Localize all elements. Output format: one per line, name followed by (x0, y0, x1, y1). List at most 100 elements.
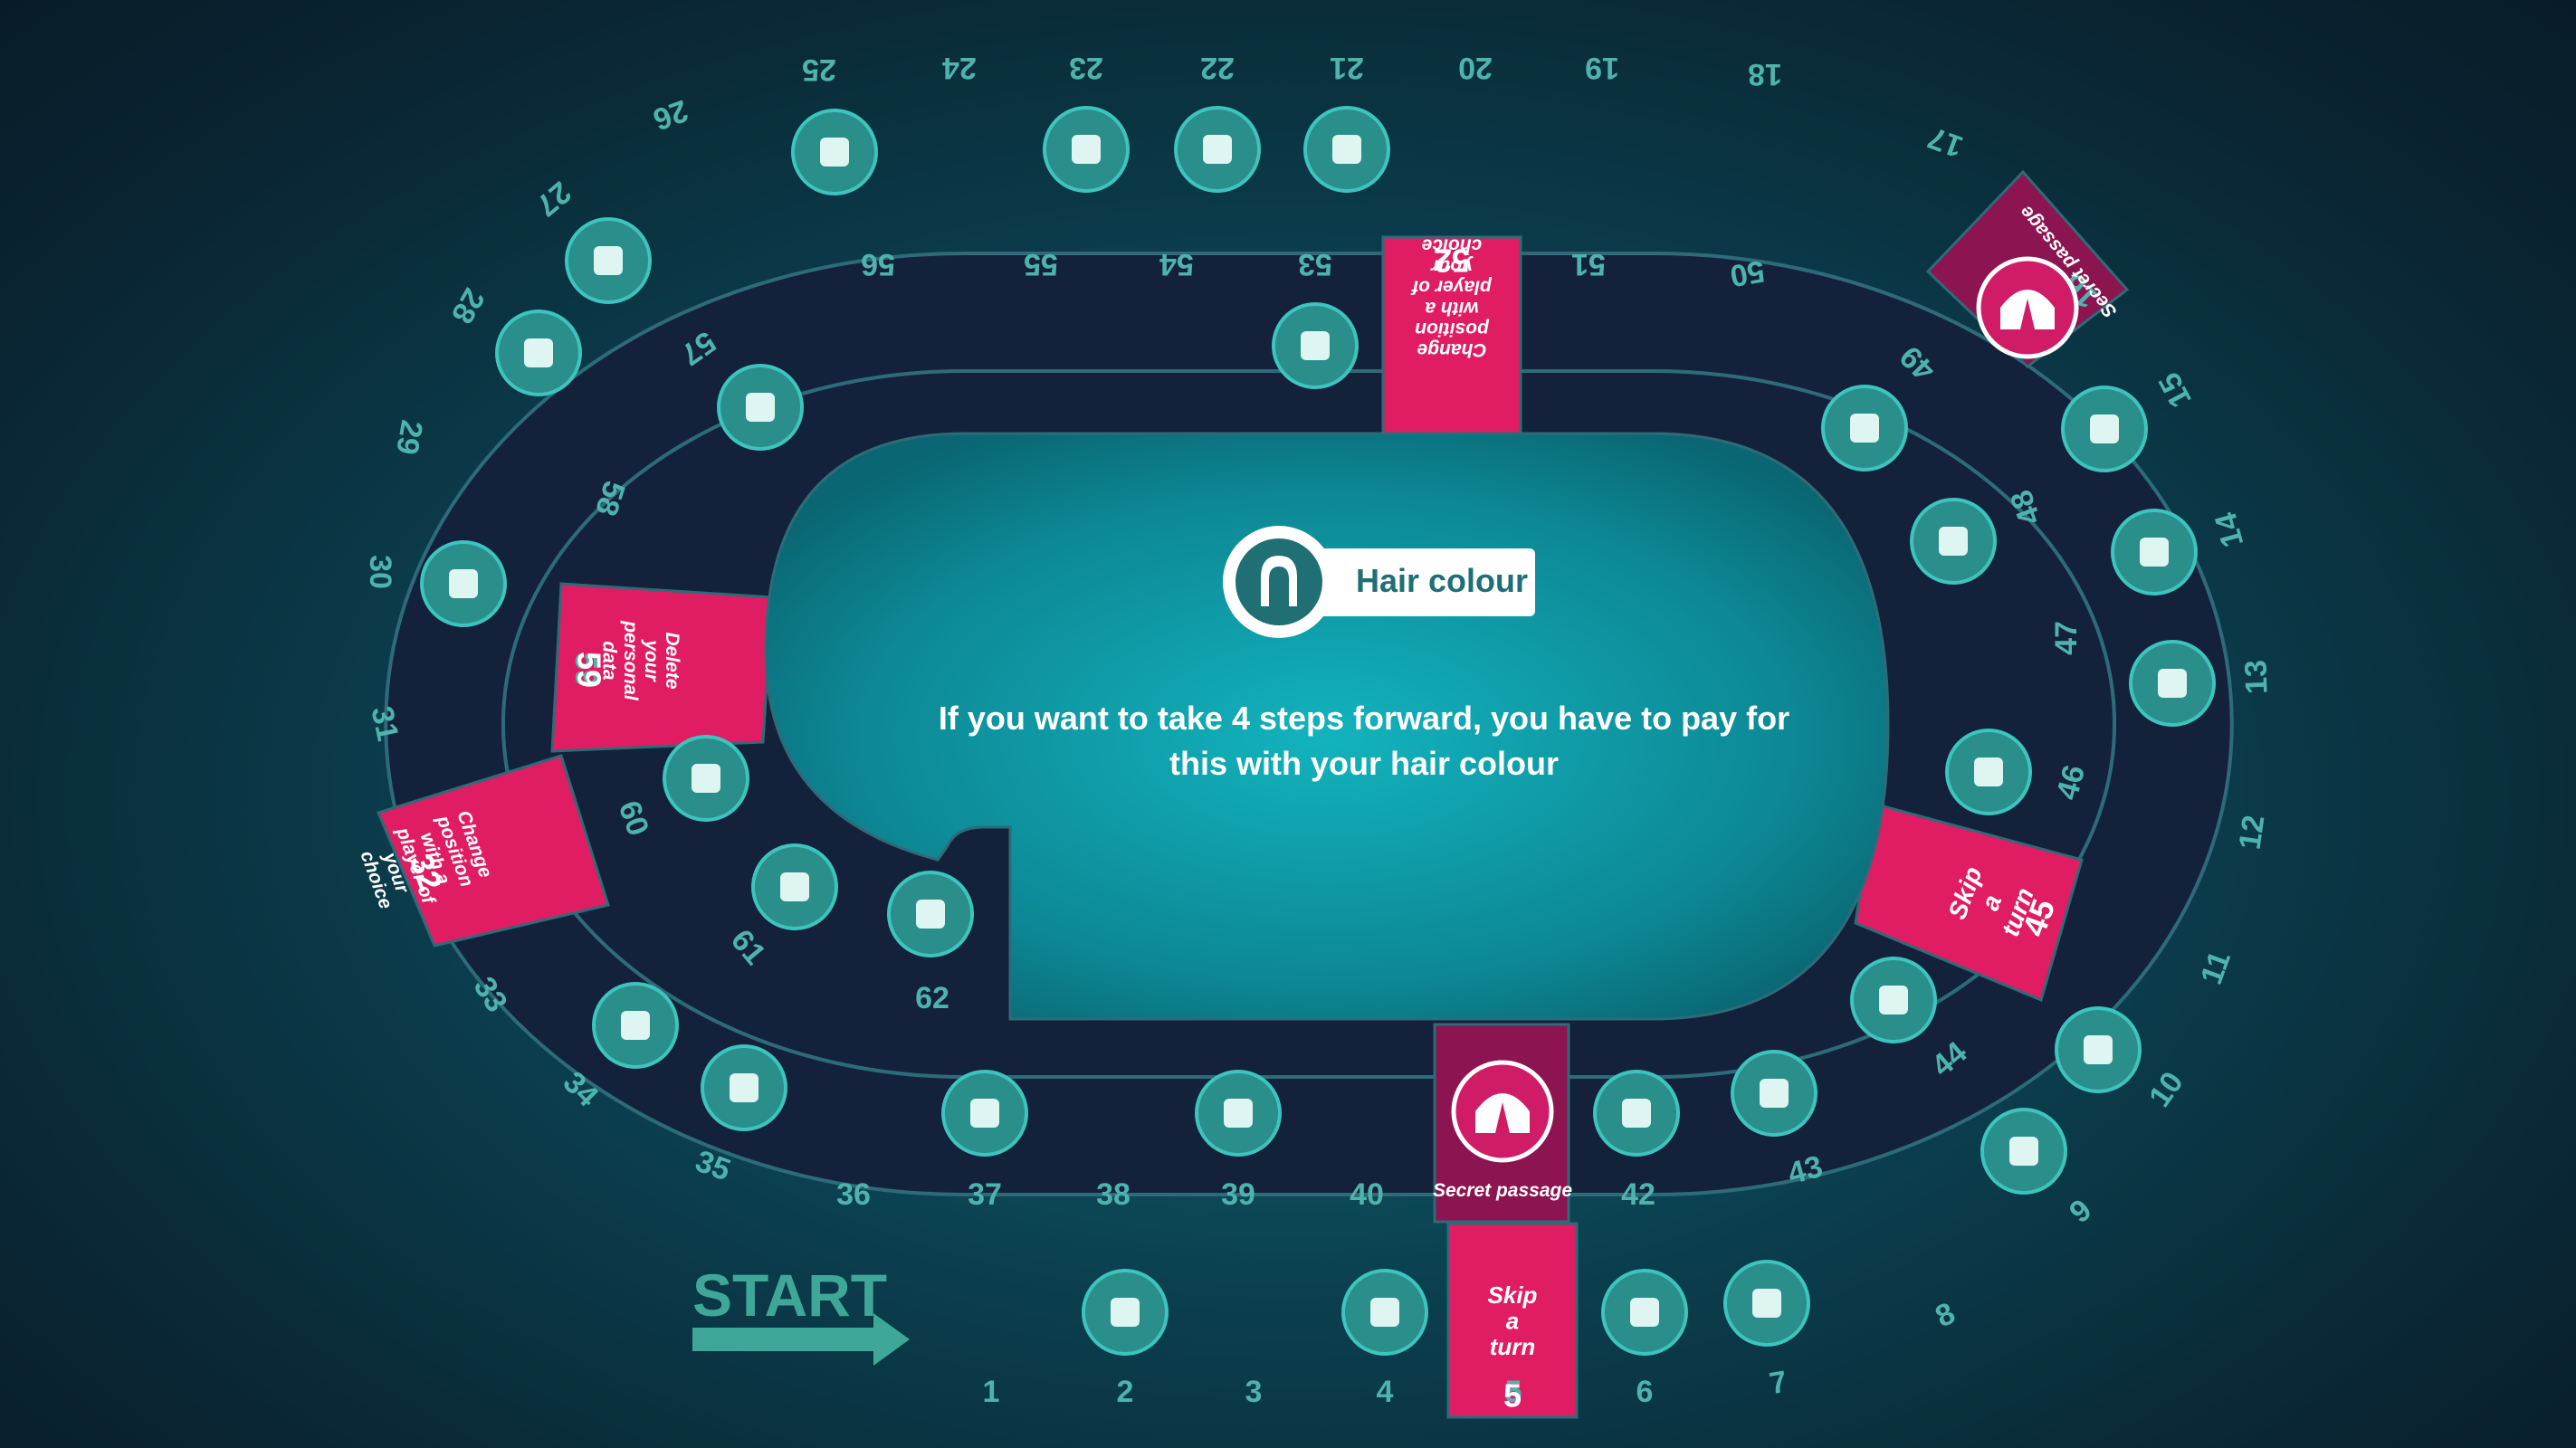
square-number: 5 (1503, 1377, 1522, 1415)
email-icon (495, 310, 582, 396)
square-21[interactable]: 21 (1303, 51, 1390, 193)
square-number: 38 (1096, 1177, 1131, 1212)
square-number: 62 (915, 981, 949, 1015)
card-title: Hair colour (1356, 562, 1528, 599)
photo-icon (1910, 498, 1997, 585)
square-25[interactable]: 25 (791, 52, 878, 195)
square-30[interactable]: 30 (363, 540, 507, 627)
square-number: 30 (363, 555, 397, 589)
square-number: 53 (1298, 247, 1332, 281)
square-number: 27 (530, 175, 577, 223)
square-22[interactable]: 22 (1174, 51, 1261, 193)
calculator-icon (1272, 302, 1359, 389)
square-number: 24 (942, 51, 977, 85)
square-1[interactable]: 1 (983, 1375, 1000, 1409)
square-29[interactable]: 29 (389, 417, 429, 457)
square-number: 18 (1748, 57, 1782, 91)
satellite-icon (717, 364, 804, 451)
square-number: 56 (861, 247, 895, 281)
square-number: 1 (983, 1375, 1000, 1409)
square-55[interactable]: 55 (1024, 247, 1058, 281)
square-31[interactable]: 31 (364, 703, 405, 744)
square-52[interactable]: Changepositionwith aplayer ofyourchoice5… (1410, 235, 1493, 361)
square-13[interactable]: 13 (2129, 640, 2275, 727)
square-6[interactable]: 6 (1601, 1269, 1688, 1409)
square-28[interactable]: 28 (444, 282, 582, 396)
square-15[interactable]: 15 (2061, 367, 2199, 472)
square-number: 55 (1024, 247, 1058, 281)
square-8[interactable]: 8 (1931, 1296, 1961, 1334)
square-2[interactable]: 2 (1082, 1269, 1169, 1409)
card-message-line1: If you want to take 4 steps forward, you… (939, 700, 1789, 737)
square-4[interactable]: 4 (1341, 1269, 1428, 1409)
car-icon (1303, 106, 1390, 193)
signature-icon (1601, 1269, 1688, 1356)
teeth-icon (1043, 106, 1130, 193)
square-41-text: Secret passage (1433, 1180, 1572, 1201)
square-38[interactable]: 38 (1096, 1177, 1131, 1212)
square-number: 51 (1571, 247, 1606, 281)
square-number: 39 (1221, 1177, 1255, 1212)
square-number: 25 (802, 52, 836, 87)
palette-icon (2055, 1006, 2142, 1093)
square-54[interactable]: 54 (1159, 247, 1194, 281)
square-47[interactable]: 47 (2049, 621, 2084, 655)
secret-passage-icon (1976, 256, 2079, 359)
square-7[interactable]: 7 (1723, 1260, 1810, 1401)
square-19[interactable]: 19 (1585, 51, 1619, 85)
square-11[interactable]: 11 (2194, 947, 2237, 989)
square-20[interactable]: 20 (1458, 51, 1493, 85)
square-number: 37 (968, 1177, 1002, 1212)
road-icon (1731, 1050, 1818, 1137)
square-number: 20 (1458, 51, 1493, 85)
square-number: 12 (2233, 813, 2272, 852)
square-number: 29 (389, 417, 429, 457)
square-number: 2 (1117, 1375, 1134, 1409)
at-icon (1082, 1269, 1169, 1356)
secret-passage-icon (1451, 1060, 1554, 1163)
square-27[interactable]: 27 (530, 175, 652, 304)
fingerprint-icon (2111, 509, 2198, 595)
start-marker: START (692, 1262, 910, 1366)
square-50[interactable]: 50 (1727, 253, 1767, 293)
home-icon (1195, 1070, 1282, 1157)
square-26[interactable]: 26 (648, 93, 692, 138)
square-number: 54 (1159, 247, 1194, 281)
square-36[interactable]: 36 (836, 1177, 871, 1212)
square-number: 19 (1585, 51, 1619, 85)
facebook-icon (1341, 1269, 1428, 1356)
square-12[interactable]: 12 (2233, 813, 2272, 852)
family-icon (2129, 640, 2216, 727)
square-10[interactable]: 10 (2055, 1006, 2190, 1113)
square-number: 13 (2238, 660, 2274, 695)
puzzle-icon (1821, 385, 1908, 472)
square-number: 22 (1200, 51, 1235, 85)
square-3[interactable]: 3 (1245, 1375, 1263, 1409)
square-17[interactable]: 17 (1923, 120, 1968, 165)
keyboard-icon (663, 735, 749, 822)
person-icon (592, 982, 679, 1069)
square-9[interactable]: 9 (1980, 1108, 2098, 1230)
card-message-line2: this with your hair colour (1169, 745, 1559, 782)
brain-icon (2061, 386, 2148, 472)
square-18[interactable]: 18 (1748, 57, 1782, 91)
gamepad-icon (751, 843, 838, 930)
location-pin-icon (1593, 1070, 1680, 1157)
square-number: 23 (1069, 51, 1103, 85)
square-number: 59 (570, 652, 607, 688)
square-number: 47 (2049, 621, 2084, 655)
square-24[interactable]: 24 (942, 51, 977, 85)
frame-icon (1174, 106, 1261, 193)
square-number: 8 (1931, 1296, 1961, 1334)
square-40[interactable]: 40 (1350, 1177, 1384, 1212)
square-56[interactable]: 56 (861, 247, 895, 281)
square-number: 11 (2194, 947, 2237, 989)
square-number: 50 (1727, 253, 1767, 293)
square-51[interactable]: 51 (1571, 247, 1606, 281)
square-number: 3 (1245, 1375, 1263, 1409)
square-number: 31 (364, 703, 405, 744)
square-23[interactable]: 23 (1043, 51, 1130, 193)
hand-icon (565, 217, 652, 304)
cat-icon (791, 109, 878, 195)
square-14[interactable]: 14 (2111, 509, 2250, 595)
